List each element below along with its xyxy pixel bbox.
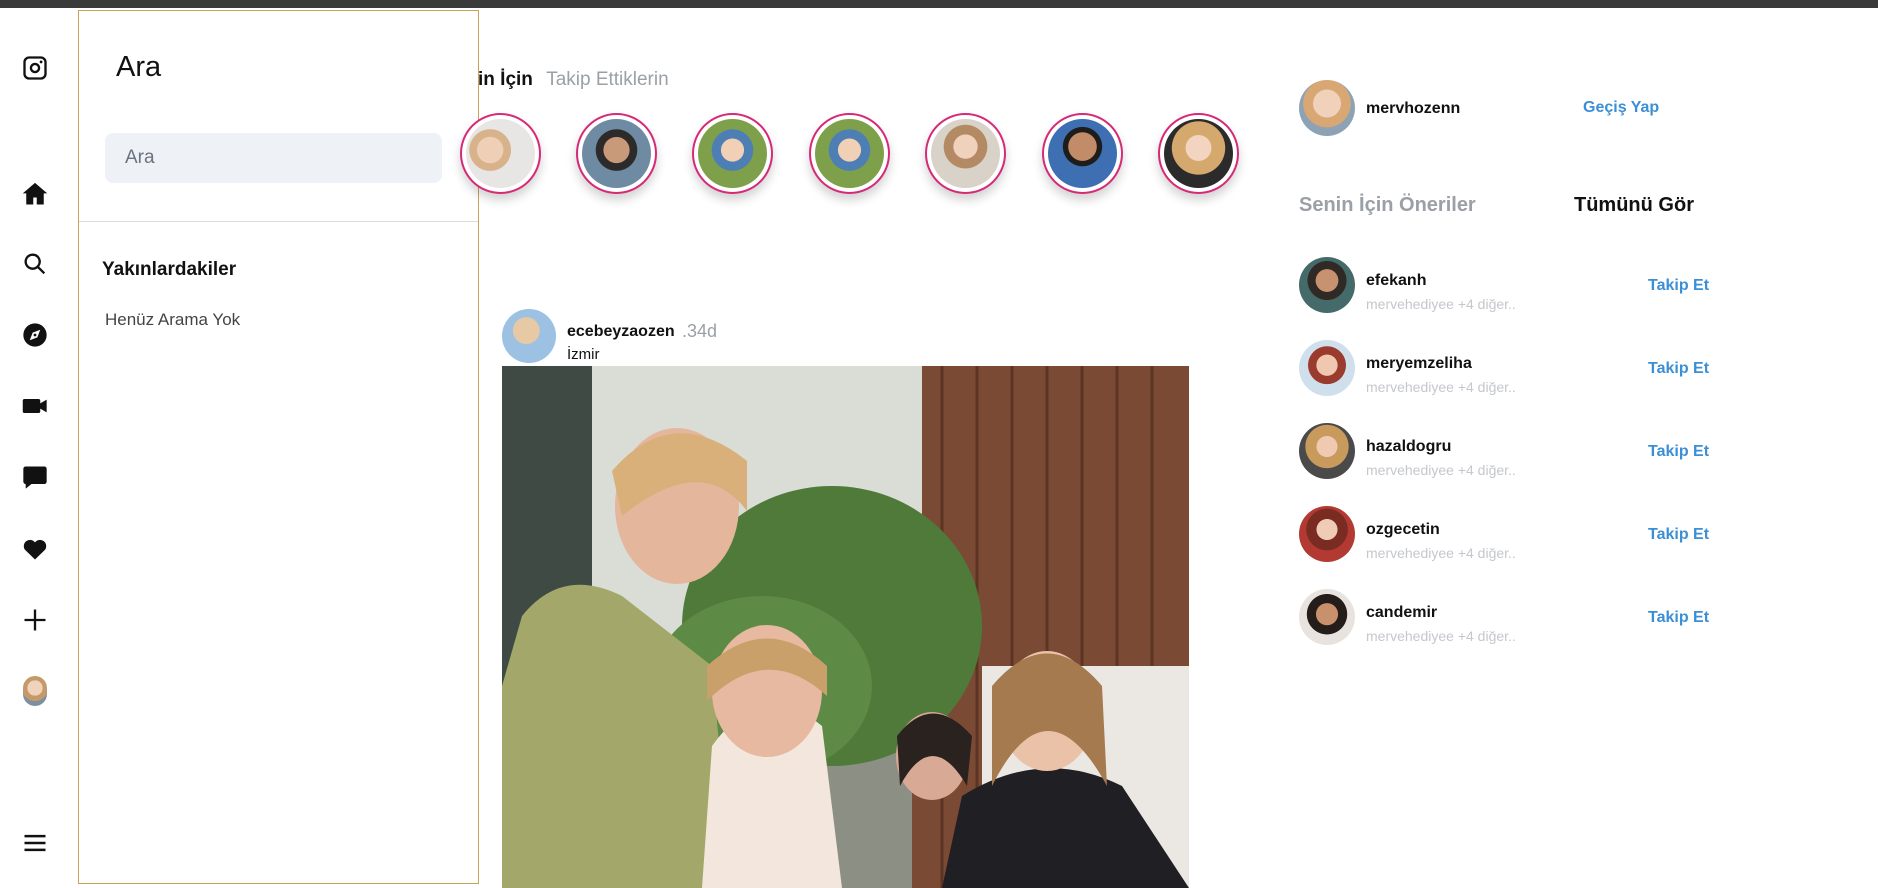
suggestion-subtitle: mervehediyee +4 diğer..	[1366, 545, 1516, 561]
story-item[interactable]	[1042, 113, 1123, 194]
message-icon[interactable]	[18, 460, 52, 494]
tab-for-you[interactable]: in İçin	[478, 69, 533, 90]
follow-button[interactable]: Takip Et	[1648, 360, 1709, 378]
suggestion-username[interactable]: hazaldogru	[1366, 438, 1451, 456]
menu-icon[interactable]	[18, 826, 52, 860]
suggestion-avatar[interactable]	[1299, 257, 1355, 313]
follow-button[interactable]: Takip Et	[1648, 526, 1709, 544]
suggestion-subtitle: mervehediyee +4 diğer..	[1366, 462, 1516, 478]
story-item[interactable]	[809, 113, 890, 194]
feed-tabs: in İçin Takip Ettiklerin	[478, 69, 669, 91]
story-item[interactable]	[1158, 113, 1239, 194]
suggestion-avatar[interactable]	[1299, 423, 1355, 479]
post-time: .34d	[682, 321, 718, 341]
compass-icon[interactable]	[18, 318, 52, 352]
story-item[interactable]	[576, 113, 657, 194]
top-bar	[0, 0, 1878, 8]
follow-button[interactable]: Takip Et	[1648, 277, 1709, 295]
post-avatar[interactable]	[502, 309, 556, 363]
search-icon[interactable]	[18, 247, 52, 281]
profile-avatar[interactable]	[18, 674, 52, 708]
post-location[interactable]: İzmir	[567, 346, 600, 363]
see-all-link[interactable]: Tümünü Gör	[1574, 194, 1694, 217]
current-user-username[interactable]: mervhozenn	[1366, 100, 1460, 118]
suggestion-username[interactable]: candemir	[1366, 604, 1437, 622]
tab-following[interactable]: Takip Ettiklerin	[546, 69, 669, 90]
post-image[interactable]	[502, 366, 1189, 888]
suggestion-subtitle: mervehediyee +4 diğer..	[1366, 296, 1516, 312]
sidebar-rail	[0, 8, 70, 888]
panel-divider	[79, 221, 478, 222]
post-username[interactable]: ecebeyzaozen	[567, 323, 675, 341]
heart-icon[interactable]	[18, 532, 52, 566]
search-input[interactable]	[105, 133, 442, 183]
recent-searches-empty: Henüz Arama Yok	[105, 310, 241, 329]
instagram-icon[interactable]	[18, 51, 52, 85]
suggestion-avatar[interactable]	[1299, 506, 1355, 562]
suggestions-title: Senin İçin Öneriler	[1299, 194, 1476, 216]
current-user-avatar[interactable]	[1299, 80, 1355, 136]
switch-account-link[interactable]: Geçiş Yap	[1583, 99, 1659, 117]
follow-button[interactable]: Takip Et	[1648, 609, 1709, 627]
plus-icon[interactable]	[18, 603, 52, 637]
suggestion-username[interactable]: meryemzeliha	[1366, 355, 1472, 373]
search-panel-title: Ara	[116, 51, 162, 83]
home-icon[interactable]	[18, 177, 52, 211]
suggestion-subtitle: mervehediyee +4 diğer..	[1366, 628, 1516, 644]
recent-searches-title: Yakınlardakiler	[102, 259, 237, 280]
search-panel: Ara Yakınlardakiler Henüz Arama Yok	[78, 10, 479, 884]
suggestion-subtitle: mervehediyee +4 diğer..	[1366, 379, 1516, 395]
follow-button[interactable]: Takip Et	[1648, 443, 1709, 461]
suggestion-avatar[interactable]	[1299, 589, 1355, 645]
video-icon[interactable]	[18, 389, 52, 423]
story-item[interactable]	[925, 113, 1006, 194]
story-item[interactable]	[460, 113, 541, 194]
story-item[interactable]	[692, 113, 773, 194]
suggestion-avatar[interactable]	[1299, 340, 1355, 396]
suggestion-username[interactable]: efekanh	[1366, 272, 1426, 290]
suggestion-username[interactable]: ozgecetin	[1366, 521, 1440, 539]
